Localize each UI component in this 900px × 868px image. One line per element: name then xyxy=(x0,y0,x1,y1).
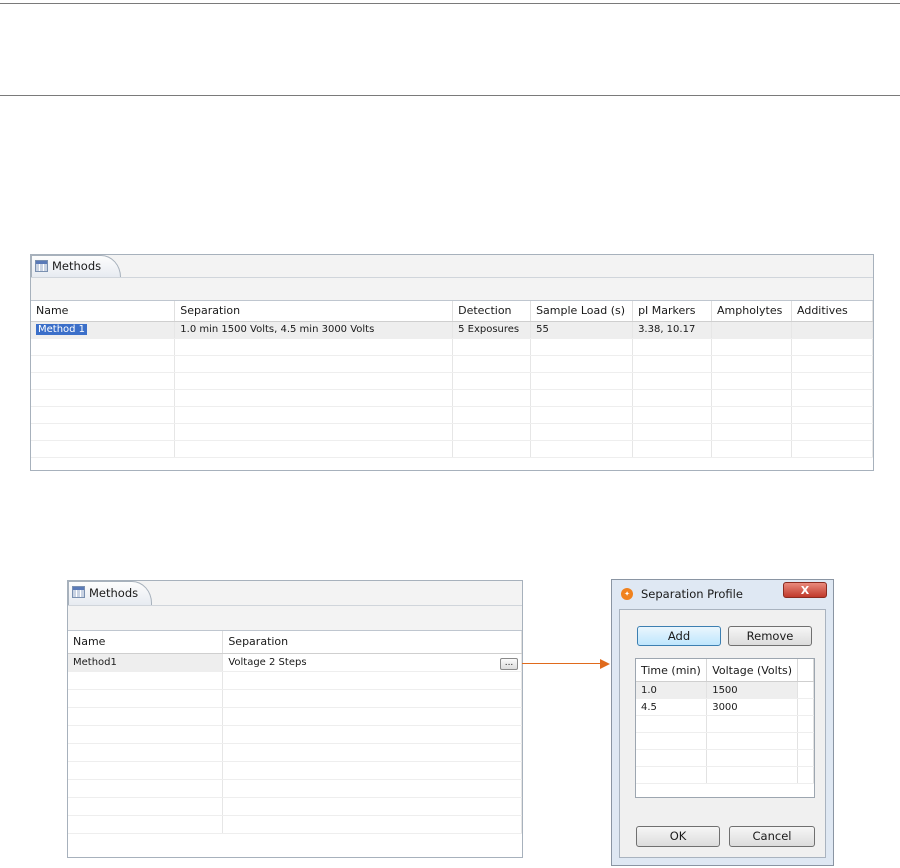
methods-table: Name Separation Method1 Voltage 2 Steps xyxy=(68,631,522,857)
tab-methods[interactable]: Methods xyxy=(68,581,152,605)
column-header-separation[interactable]: Separation xyxy=(174,301,454,322)
empty-row[interactable] xyxy=(31,372,873,390)
separation-value[interactable]: Voltage 2 Steps xyxy=(228,657,306,668)
profile-table: Time (min) Voltage (Volts) 1.0 1500 4.5 … xyxy=(635,658,815,798)
empty-row[interactable] xyxy=(636,749,814,767)
cell-voltage[interactable]: 3000 xyxy=(706,698,799,716)
column-header-additives[interactable]: Additives xyxy=(791,301,873,322)
empty-row[interactable] xyxy=(68,797,522,816)
table-header: Name Separation xyxy=(68,631,522,654)
cancel-button[interactable]: Cancel xyxy=(729,826,815,847)
header-bottom-rule xyxy=(0,95,900,96)
empty-row[interactable] xyxy=(68,725,522,744)
cell-time[interactable]: 1.0 xyxy=(636,681,708,699)
empty-row[interactable] xyxy=(68,689,522,708)
table-row[interactable]: 1.0 1500 xyxy=(636,681,814,699)
empty-row[interactable] xyxy=(31,355,873,373)
cell-pi-markers[interactable]: 3.38, 10.17 xyxy=(632,321,713,339)
empty-row[interactable] xyxy=(636,732,814,750)
column-header-name[interactable]: Name xyxy=(31,301,176,322)
empty-row[interactable] xyxy=(31,406,873,424)
empty-row[interactable] xyxy=(31,423,873,441)
arrow-line xyxy=(522,663,602,664)
table-icon xyxy=(35,260,48,272)
column-header-pi-markers[interactable]: pI Markers xyxy=(632,301,713,322)
table-row[interactable]: 4.5 3000 xyxy=(636,698,814,716)
empty-row[interactable] xyxy=(68,761,522,780)
column-header-sample-load[interactable]: Sample Load (s) xyxy=(530,301,634,322)
column-header-voltage[interactable]: Voltage (Volts) xyxy=(706,659,799,682)
separation-profile-dialog: ✦ Separation Profile X Add Remove Time (… xyxy=(611,579,834,866)
column-header-ampholytes[interactable]: Ampholytes xyxy=(711,301,793,322)
methods-view-top: Methods Name Separation Detection Sample… xyxy=(30,254,874,471)
methods-view-bottom: Methods Name Separation Method1 Voltage … xyxy=(67,580,523,858)
edit-separation-button[interactable]: ... xyxy=(500,658,518,670)
close-button[interactable]: X xyxy=(783,582,827,598)
arrow-head-icon xyxy=(600,659,610,669)
table-header: Name Separation Detection Sample Load (s… xyxy=(31,301,873,322)
dialog-title: Separation Profile xyxy=(641,587,743,601)
tab-methods[interactable]: Methods xyxy=(31,255,121,277)
empty-row[interactable] xyxy=(68,671,522,690)
cell-time[interactable]: 4.5 xyxy=(636,698,708,716)
cell-name[interactable]: Method 1 xyxy=(31,321,176,339)
toolbar-band xyxy=(31,277,873,301)
empty-row[interactable] xyxy=(68,815,522,834)
method-name-selected[interactable]: Method 1 xyxy=(36,324,88,335)
empty-row[interactable] xyxy=(31,440,873,458)
empty-row[interactable] xyxy=(636,766,814,784)
app-logo-icon: ✦ xyxy=(621,588,633,600)
remove-button[interactable]: Remove xyxy=(728,626,812,646)
tab-strip: Methods xyxy=(68,581,522,605)
add-button[interactable]: Add xyxy=(637,626,721,646)
column-header-detection[interactable]: Detection xyxy=(452,301,532,322)
cell-name[interactable]: Method1 xyxy=(68,653,224,672)
toolbar-band xyxy=(68,605,522,631)
top-rule xyxy=(0,3,900,4)
cell-additives[interactable] xyxy=(791,321,873,339)
empty-row[interactable] xyxy=(636,715,814,733)
ok-button[interactable]: OK xyxy=(636,826,720,847)
empty-row[interactable] xyxy=(31,338,873,356)
tab-methods-label: Methods xyxy=(89,586,139,600)
column-header-separation[interactable]: Separation xyxy=(222,631,522,654)
empty-row[interactable] xyxy=(68,707,522,726)
methods-table: Name Separation Detection Sample Load (s… xyxy=(31,301,873,470)
empty-row[interactable] xyxy=(31,389,873,407)
empty-row[interactable] xyxy=(68,779,522,798)
tab-strip: Methods xyxy=(31,255,873,277)
cell-separation[interactable]: Voltage 2 Steps xyxy=(222,653,522,672)
empty-row[interactable] xyxy=(68,743,522,762)
column-header-name[interactable]: Name xyxy=(68,631,224,654)
table-row[interactable]: Method 1 1.0 min 1500 Volts, 4.5 min 300… xyxy=(31,321,873,339)
table-row[interactable]: Method1 Voltage 2 Steps xyxy=(68,653,522,672)
cell-ampholytes[interactable] xyxy=(711,321,793,339)
table-header: Time (min) Voltage (Volts) xyxy=(636,659,814,682)
table-icon xyxy=(72,586,85,598)
cell-separation[interactable]: 1.0 min 1500 Volts, 4.5 min 3000 Volts xyxy=(174,321,454,339)
cell-voltage[interactable]: 1500 xyxy=(706,681,799,699)
column-header-time[interactable]: Time (min) xyxy=(636,659,708,682)
tab-methods-label: Methods xyxy=(52,259,102,273)
cell-detection[interactable]: 5 Exposures xyxy=(452,321,532,339)
cell-sample-load[interactable]: 55 xyxy=(530,321,634,339)
